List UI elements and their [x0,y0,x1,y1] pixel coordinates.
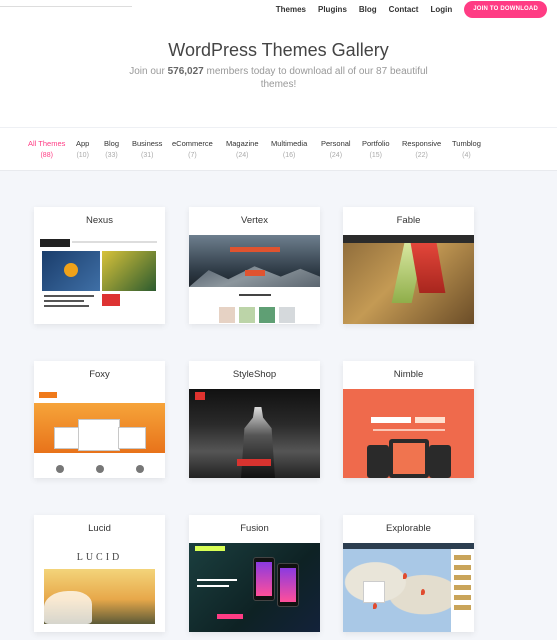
filter-multimedia[interactable]: Multimedia (16) [271,139,307,159]
filter-count: (10) [76,152,89,159]
nav-blog[interactable]: Blog [359,5,377,14]
subtitle-text-after: members today to download all of our 87 … [203,66,428,90]
filter-responsive[interactable]: Responsive (22) [402,139,441,159]
theme-card-lucid[interactable]: Lucid LUCID [34,515,165,632]
theme-thumbnail: LUCID [34,543,165,632]
theme-card-nexus[interactable]: Nexus [34,207,165,324]
hero-subtitle: Join our 576,027 members today to downlo… [115,65,442,91]
main-nav: Themes Plugins Blog Contact Login JOIN T… [264,0,547,18]
filter-count: (15) [369,152,382,159]
filter-label: Business [132,139,163,148]
theme-name: Nexus [86,215,113,226]
filter-app[interactable]: App (10) [76,139,89,159]
logo-placeholder [0,6,132,7]
theme-name: Fable [396,215,421,226]
filter-label: Responsive [402,139,442,148]
filter-label: eCommerce [172,139,213,148]
filter-count: (7) [188,152,197,159]
filter-ecommerce[interactable]: eCommerce (7) [172,139,213,159]
theme-card-vertex[interactable]: Vertex [189,207,320,324]
filter-count: (22) [415,152,428,159]
theme-name: Vertex [241,215,268,226]
page-title: WordPress Themes Gallery [168,40,389,60]
theme-thumbnail [343,543,474,632]
filter-portfolio[interactable]: Portfolio (15) [362,139,390,159]
hero-section: WordPress Themes Gallery Join our 576,02… [0,25,557,127]
thumbnail-logo-text: LUCID [76,552,123,563]
top-bar: Themes Plugins Blog Contact Login JOIN T… [0,0,557,25]
category-filter-bar: All Themes (88) App (10) Blog (33) Business… [0,127,557,171]
filter-count: (16) [282,152,296,159]
filter-count: (4) [462,152,471,159]
theme-name: Foxy [89,369,110,380]
filter-business[interactable]: Business (31) [132,139,162,159]
theme-name: Fusion [240,523,269,534]
theme-thumbnail [343,389,474,478]
filter-count: (88) [40,152,53,159]
filter-magazine[interactable]: Magazine (24) [226,139,259,159]
filter-label: Portfolio [362,139,390,148]
nav-themes[interactable]: Themes [276,5,306,14]
filter-count: (24) [236,152,249,159]
theme-card-foxy[interactable]: Foxy [34,361,165,478]
theme-name: Lucid [88,523,111,534]
filter-personal[interactable]: Personal (24) [321,139,351,159]
filter-all-themes[interactable]: All Themes (88) [28,139,65,159]
join-to-download-button[interactable]: JOIN TO DOWNLOAD [464,0,547,18]
theme-card-explorable[interactable]: Explorable [343,515,474,632]
filter-label: Personal [321,139,351,148]
filter-count: (31) [140,152,154,159]
filter-count: (33) [105,152,118,159]
theme-thumbnail [189,543,320,632]
theme-thumbnail [343,235,474,324]
filter-label: All Themes [28,139,66,148]
member-count: 576,027 [167,66,204,77]
filter-label: Magazine [226,139,259,148]
filter-tumblog[interactable]: Tumblog (4) [452,139,481,159]
filter-blog[interactable]: Blog (33) [104,139,119,159]
theme-card-nimble[interactable]: Nimble [343,361,474,478]
nav-login[interactable]: Login [430,5,452,14]
filter-label: App [76,139,90,148]
theme-card-fable[interactable]: Fable [343,207,474,324]
filter-label: Tumblog [452,139,481,148]
theme-name: Explorable [386,523,431,534]
nav-plugins[interactable]: Plugins [318,5,347,14]
filter-count: (24) [329,152,343,159]
theme-thumbnail [34,389,165,478]
theme-card-styleshop[interactable]: StyleShop [189,361,320,478]
filter-label: Blog [104,139,120,148]
filter-label: Multimedia [271,139,308,148]
theme-thumbnail [189,235,320,324]
theme-name: StyleShop [232,369,277,380]
theme-thumbnail [34,235,165,324]
theme-thumbnail [189,389,320,478]
subtitle-text-before: Join our [129,66,168,77]
nav-contact[interactable]: Contact [389,5,419,14]
page-root: { "nav": { "items": ["Themes", "Plugins"… [0,0,557,640]
theme-card-fusion[interactable]: Fusion [189,515,320,632]
theme-name: Nimble [393,369,424,380]
